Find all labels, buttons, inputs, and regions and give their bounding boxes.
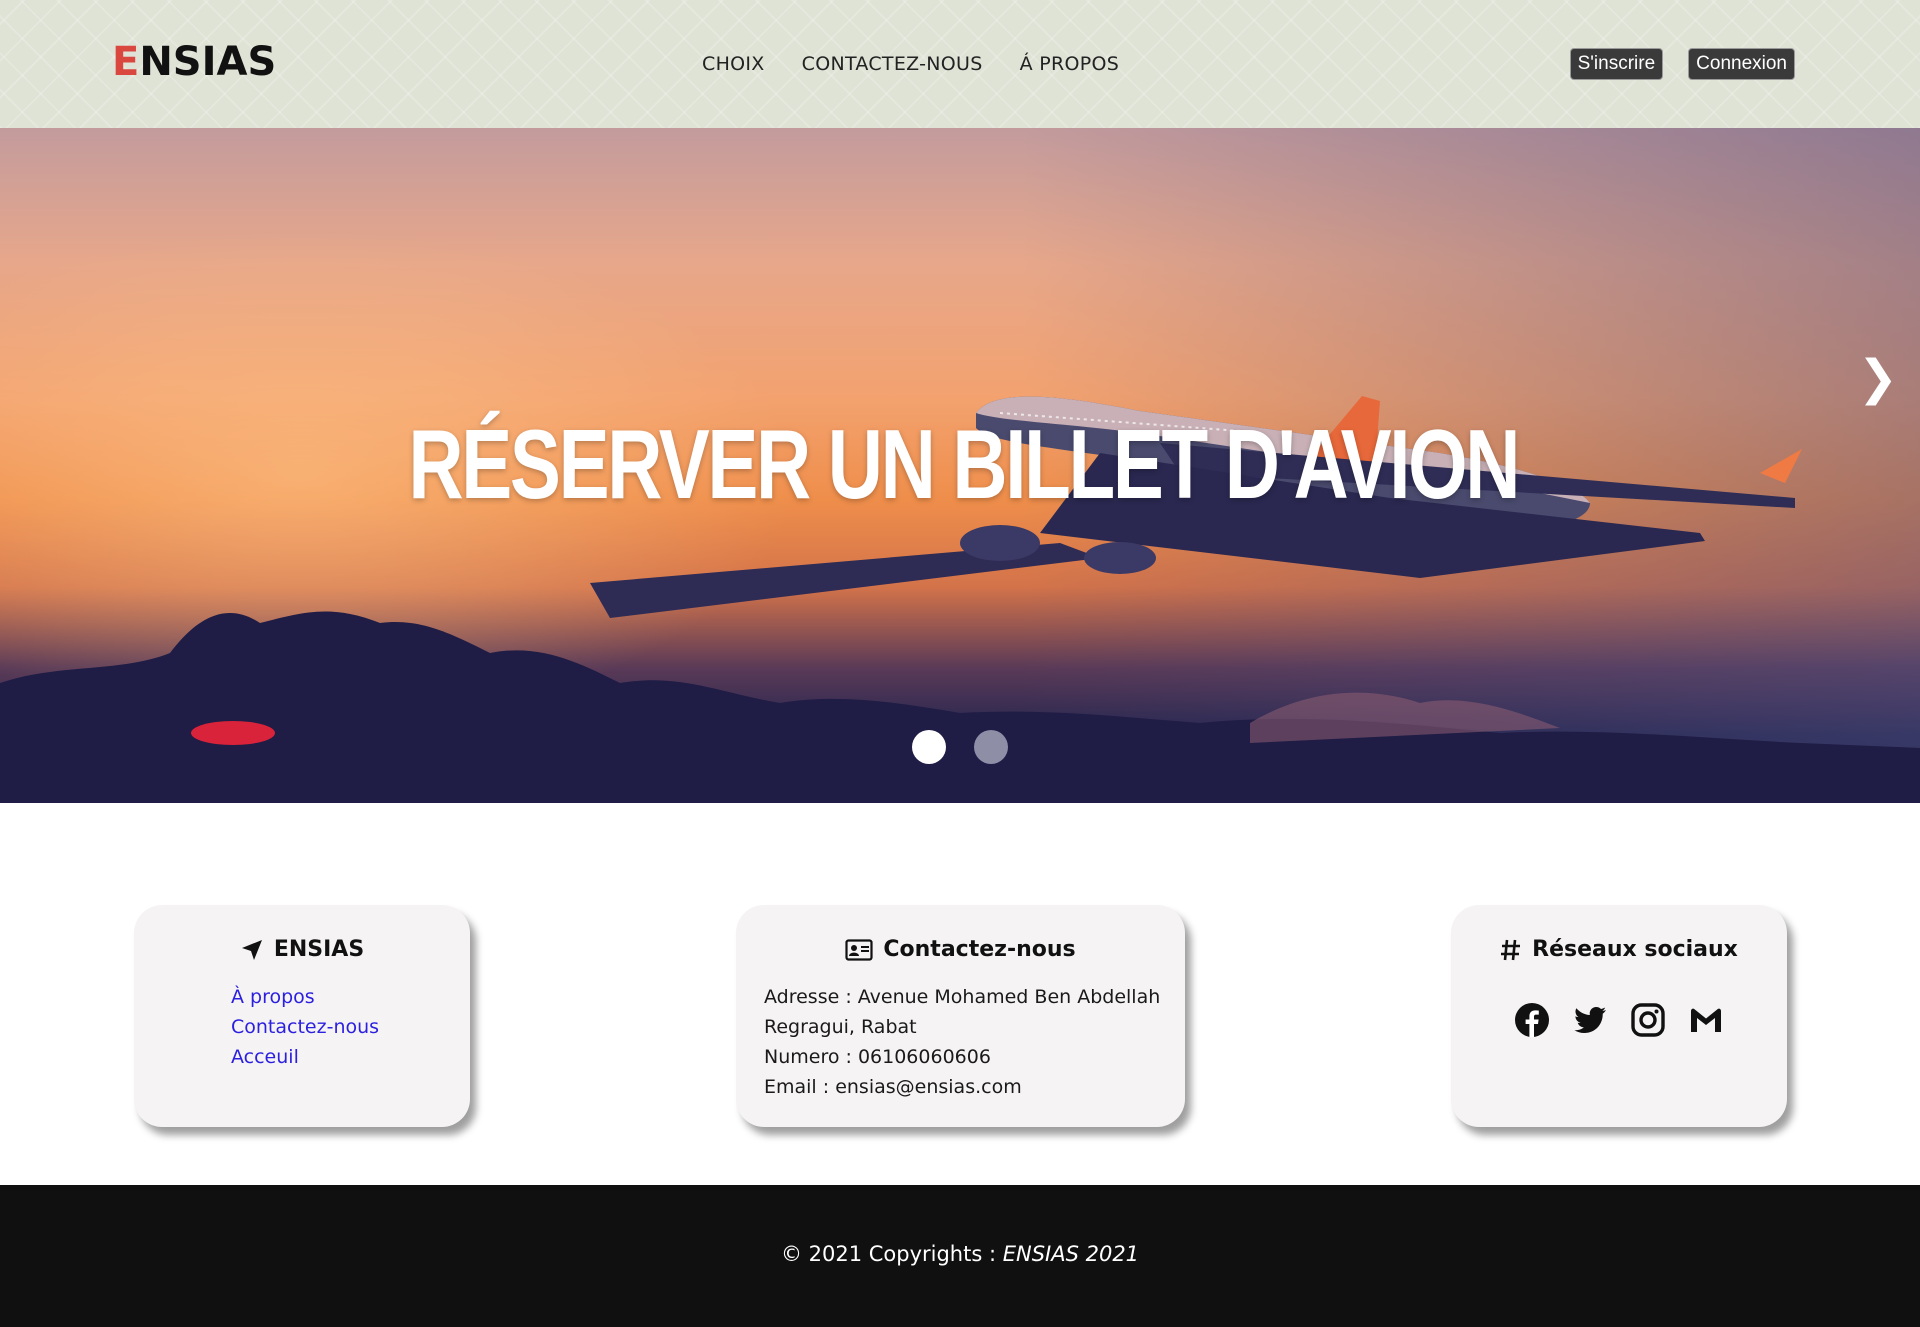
instagram-icon[interactable] xyxy=(1630,1002,1666,1038)
footer-link-a-propos[interactable]: À propos xyxy=(231,982,470,1012)
contact-card-title: Contactez-nous xyxy=(736,936,1185,964)
site-header: ENSIAS CHOIX CONTACTEZ-NOUS Á PROPOS S'i… xyxy=(0,0,1920,128)
hero-title: RÉSERVER UN BILLET D'AVION xyxy=(408,409,1520,519)
social-links xyxy=(1451,1002,1787,1038)
nav-contactez-nous[interactable]: CONTACTEZ-NOUS xyxy=(802,52,983,76)
location-arrow-icon xyxy=(241,940,262,960)
carousel-dots xyxy=(912,730,1008,764)
carousel-dot-2[interactable] xyxy=(974,730,1008,764)
copyright-brand: ENSIAS 2021 xyxy=(1002,1242,1140,1266)
signup-button[interactable]: S'inscrire xyxy=(1569,48,1664,80)
login-button[interactable]: Connexion xyxy=(1688,48,1795,80)
contact-address: Adresse : Avenue Mohamed Ben Abdellah Re… xyxy=(764,986,1161,1038)
social-card-title: Réseaux sociaux xyxy=(1451,936,1787,964)
id-card-icon xyxy=(845,939,873,961)
social-card-title-text: Réseaux sociaux xyxy=(1532,937,1738,962)
social-card: Réseaux sociaux xyxy=(1451,905,1787,1127)
contact-card: Contactez-nous Adresse : Avenue Mohamed … xyxy=(736,905,1185,1127)
logo-text: NSIAS xyxy=(139,39,277,85)
ensias-links: À propos Contactez-nous Acceuil xyxy=(134,982,470,1072)
carousel-dot-1[interactable] xyxy=(912,730,946,764)
main-nav: CHOIX CONTACTEZ-NOUS Á PROPOS xyxy=(702,52,1156,76)
copyright-prefix: © 2021 Copyrights : xyxy=(780,1242,1003,1266)
gmail-icon[interactable] xyxy=(1688,1002,1724,1038)
hero-carousel: RÉSERVER UN BILLET D'AVION ❯ xyxy=(0,128,1920,803)
facebook-icon[interactable] xyxy=(1514,1002,1550,1038)
auth-buttons: S'inscrire Connexion xyxy=(1569,48,1795,80)
contact-card-title-text: Contactez-nous xyxy=(883,937,1076,962)
site-logo[interactable]: ENSIAS xyxy=(112,38,276,86)
footer-link-contactez-nous[interactable]: Contactez-nous xyxy=(231,1012,470,1042)
site-footer: © 2021 Copyrights : ENSIAS 2021 xyxy=(0,1185,1920,1327)
logo-accent-letter: E xyxy=(112,39,140,85)
hashtag-icon xyxy=(1501,939,1521,961)
nav-choix[interactable]: CHOIX xyxy=(702,52,765,76)
ensias-card-title: ENSIAS xyxy=(134,936,470,964)
copyright-text: © 2021 Copyrights : ENSIAS 2021 xyxy=(0,1241,1920,1267)
ensias-card: ENSIAS À propos Contactez-nous Acceuil xyxy=(134,905,470,1127)
twitter-icon[interactable] xyxy=(1572,1002,1608,1038)
ensias-card-title-text: ENSIAS xyxy=(273,937,365,962)
contact-email: Email : ensias@ensias.com xyxy=(764,1076,1022,1098)
footer-link-acceuil[interactable]: Acceuil xyxy=(231,1042,470,1072)
contact-phone: Numero : 06106060606 xyxy=(764,1046,991,1068)
nav-a-propos[interactable]: Á PROPOS xyxy=(1020,52,1120,76)
chevron-right-icon[interactable]: ❯ xyxy=(1858,350,1898,406)
contact-info: Adresse : Avenue Mohamed Ben Abdellah Re… xyxy=(736,982,1185,1102)
